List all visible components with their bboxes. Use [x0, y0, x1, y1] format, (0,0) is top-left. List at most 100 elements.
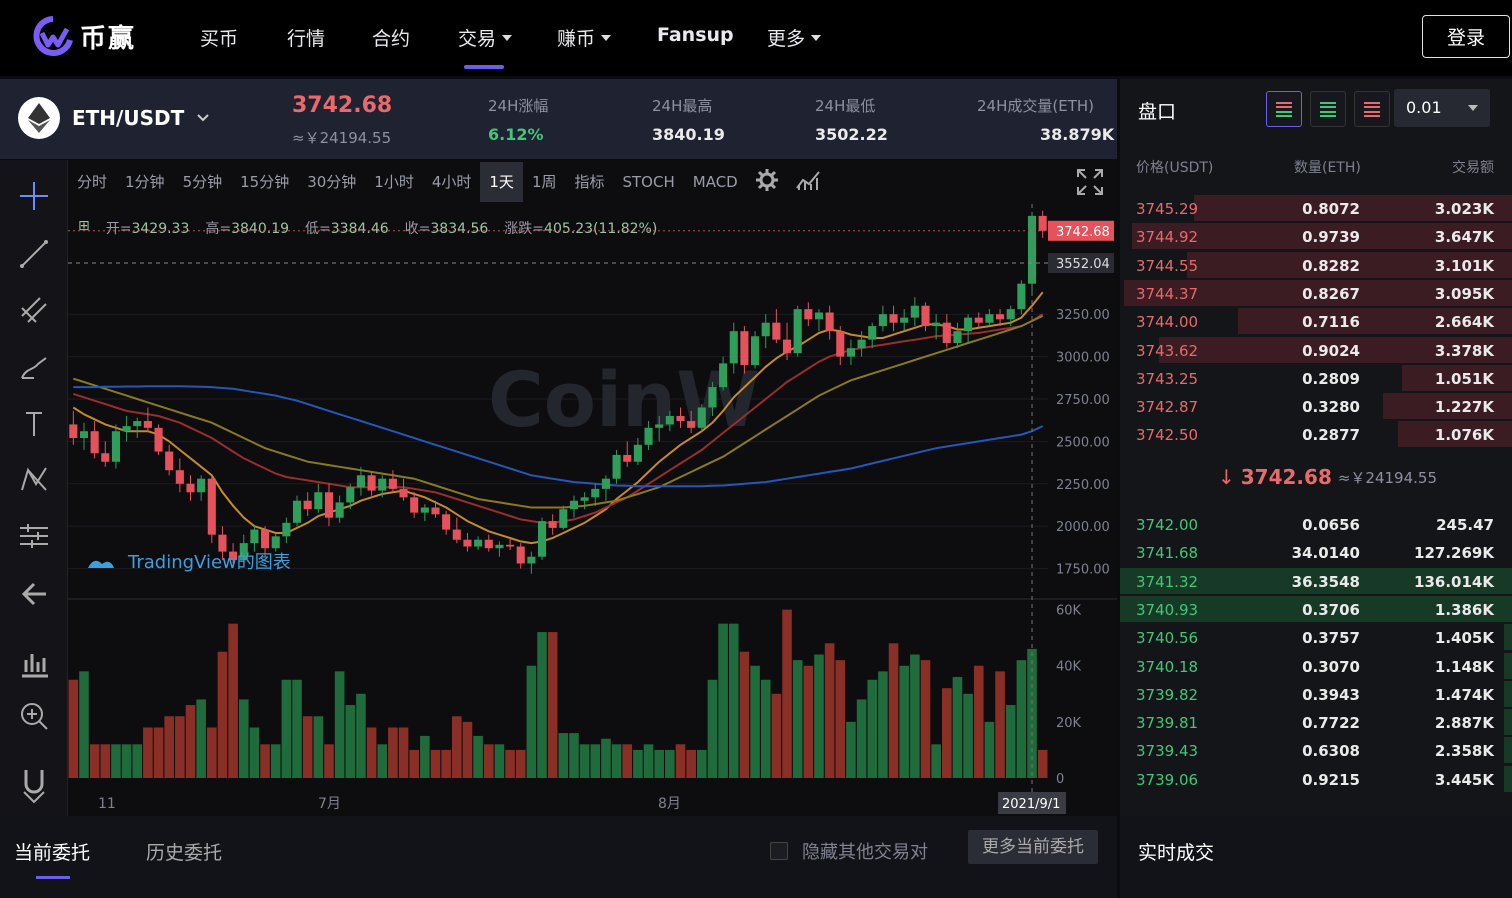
candle-body [612, 454, 621, 479]
back-arrow-icon[interactable] [16, 576, 52, 612]
candle-body [250, 529, 259, 544]
volume-bar [196, 699, 206, 778]
settings-gear-icon[interactable] [755, 168, 779, 196]
candle-body [506, 544, 515, 547]
mid-price-value: 3742.68 [1240, 465, 1332, 489]
orderbook-total: 1.405K [1434, 629, 1494, 648]
orderbook-row[interactable]: 3740.56 0.3757 1.405K [1120, 623, 1512, 651]
brush-icon[interactable] [16, 350, 52, 386]
view-both-button[interactable] [1266, 91, 1302, 127]
volume-bar [483, 744, 494, 778]
orderbook-row[interactable]: 3742.00 0.0656 245.47 [1120, 510, 1512, 538]
orderbook-row[interactable]: 3744.92 0.9739 3.647K [1120, 222, 1512, 250]
orderbook-row[interactable]: 3740.18 0.3070 1.148K [1120, 652, 1512, 680]
nav-item-6[interactable]: 更多 [767, 24, 822, 51]
orderbook-row[interactable]: 3739.82 0.3943 1.474K [1120, 680, 1512, 708]
orderbook-price: 3742.00 [1136, 516, 1199, 534]
orderbook-row[interactable]: 3743.62 0.9024 3.378K [1120, 336, 1512, 364]
stat-value: 6.12% [488, 125, 544, 144]
fullscreen-icon[interactable] [1076, 168, 1104, 200]
orderbook-row[interactable]: 3740.93 0.3706 1.386K [1120, 595, 1512, 623]
zoom-in-icon[interactable] [16, 698, 52, 734]
orderbook-row[interactable]: 3742.87 0.3280 1.227K [1120, 392, 1512, 420]
parallel-channel-icon[interactable] [16, 292, 52, 328]
orderbook-row[interactable]: 3739.81 0.7722 2.887K [1120, 708, 1512, 736]
date-tick: 11 [98, 796, 116, 812]
timeframe-8[interactable]: 1周 [523, 162, 566, 202]
chevron-down-icon[interactable] [16, 786, 52, 810]
candle-body [218, 534, 227, 552]
indicator-2[interactable]: MACD [684, 162, 747, 202]
orderbook-row[interactable]: 3739.06 0.9215 3.445K [1120, 765, 1512, 793]
tab-current-orders[interactable]: 当前委托 [14, 838, 90, 865]
volume-bar [409, 749, 419, 778]
timeframe-5[interactable]: 1小时 [365, 162, 423, 202]
nav-item-4[interactable]: 赚币 [557, 24, 612, 51]
volume-bar [697, 749, 707, 778]
orderbook-row[interactable]: 3744.37 0.8267 3.095K [1120, 279, 1512, 307]
nav-item-0[interactable]: 买币 [200, 24, 238, 51]
measure-icon[interactable] [16, 518, 52, 554]
view-asks-button[interactable] [1354, 91, 1390, 127]
drawing-toolbar [0, 160, 68, 816]
candle-body [1027, 215, 1037, 284]
chevron-down-icon [197, 114, 209, 122]
timeframe-3[interactable]: 15分钟 [231, 162, 298, 202]
indicator-0[interactable]: 指标 [565, 162, 613, 202]
timeframe-1[interactable]: 1分钟 [116, 162, 174, 202]
brand-logo[interactable]: 币赢 [32, 16, 136, 56]
volume-bar [718, 623, 728, 778]
pattern-icon[interactable] [16, 462, 52, 498]
orderbook-row[interactable]: 3739.43 0.6308 2.358K [1120, 736, 1512, 764]
candle-body [580, 497, 589, 501]
timeframe-2[interactable]: 5分钟 [174, 162, 232, 202]
volume-bar [1016, 660, 1027, 778]
volume-bar [643, 744, 654, 778]
candle-body [79, 431, 89, 438]
timeframe-6[interactable]: 4小时 [423, 162, 481, 202]
nav-item-5[interactable]: Fansup [657, 24, 734, 46]
volume-bar [622, 744, 633, 778]
chart-type-icon[interactable] [795, 168, 821, 196]
orderbook-row[interactable]: 3742.50 0.2877 1.076K [1120, 420, 1512, 448]
orderbook-row[interactable]: 3741.68 34.0140 127.269K [1120, 538, 1512, 566]
orderbook-row[interactable]: 3744.55 0.8282 3.101K [1120, 251, 1512, 279]
volume-bar [942, 688, 952, 778]
candle-body [729, 331, 738, 364]
nav-item-3[interactable]: 交易 [458, 24, 513, 51]
more-orders-button[interactable]: 更多当前委托 [968, 830, 1098, 864]
volume-bar [292, 679, 302, 778]
candle-body [261, 529, 270, 549]
crosshair-icon[interactable] [16, 178, 52, 214]
volume-bar [79, 671, 89, 778]
timeframe-7[interactable]: 1天 [480, 162, 523, 202]
last-price-tag: 3742.68 [1056, 225, 1110, 240]
nav-item-2[interactable]: 合约 [372, 24, 410, 51]
indicators-icon[interactable] [16, 646, 52, 682]
orderbook-row[interactable]: 3745.29 0.8072 3.023K [1120, 194, 1512, 222]
hide-pairs-checkbox[interactable] [770, 842, 788, 860]
view-bids-button[interactable] [1310, 91, 1346, 127]
timeframe-4[interactable]: 30分钟 [298, 162, 365, 202]
orderbook-row[interactable]: 3743.25 0.2809 1.051K [1120, 364, 1512, 392]
orderbook-row[interactable]: 3744.00 0.7116 2.664K [1120, 307, 1512, 335]
orderbook-row[interactable]: 3741.32 36.3548 136.014K [1120, 567, 1512, 595]
login-button[interactable]: 登录 [1422, 15, 1510, 58]
tab-order-history[interactable]: 历史委托 [146, 838, 222, 865]
cursor-date: 2021/9/1 [1002, 797, 1060, 812]
volume-bar [462, 721, 473, 778]
volume-bar [302, 716, 313, 778]
text-tool-icon[interactable] [16, 406, 52, 442]
timeframe-0[interactable]: 分时 [68, 162, 116, 202]
indicator-1[interactable]: STOCH [614, 162, 684, 202]
volume-bar [973, 665, 984, 778]
precision-select[interactable]: 0.01 [1394, 89, 1490, 127]
trend-line-icon[interactable] [16, 236, 52, 272]
nav-item-1[interactable]: 行情 [287, 24, 325, 51]
candle-body [90, 431, 99, 454]
price-chart[interactable]: CoinW3250.003000.002750.002500.002250.00… [68, 204, 1117, 816]
volume-bar [345, 705, 356, 778]
pair-selector[interactable]: ETH/USDT [18, 97, 210, 139]
orderbook-total: 245.47 [1436, 516, 1494, 534]
orderbook-price: 3740.18 [1136, 657, 1199, 676]
